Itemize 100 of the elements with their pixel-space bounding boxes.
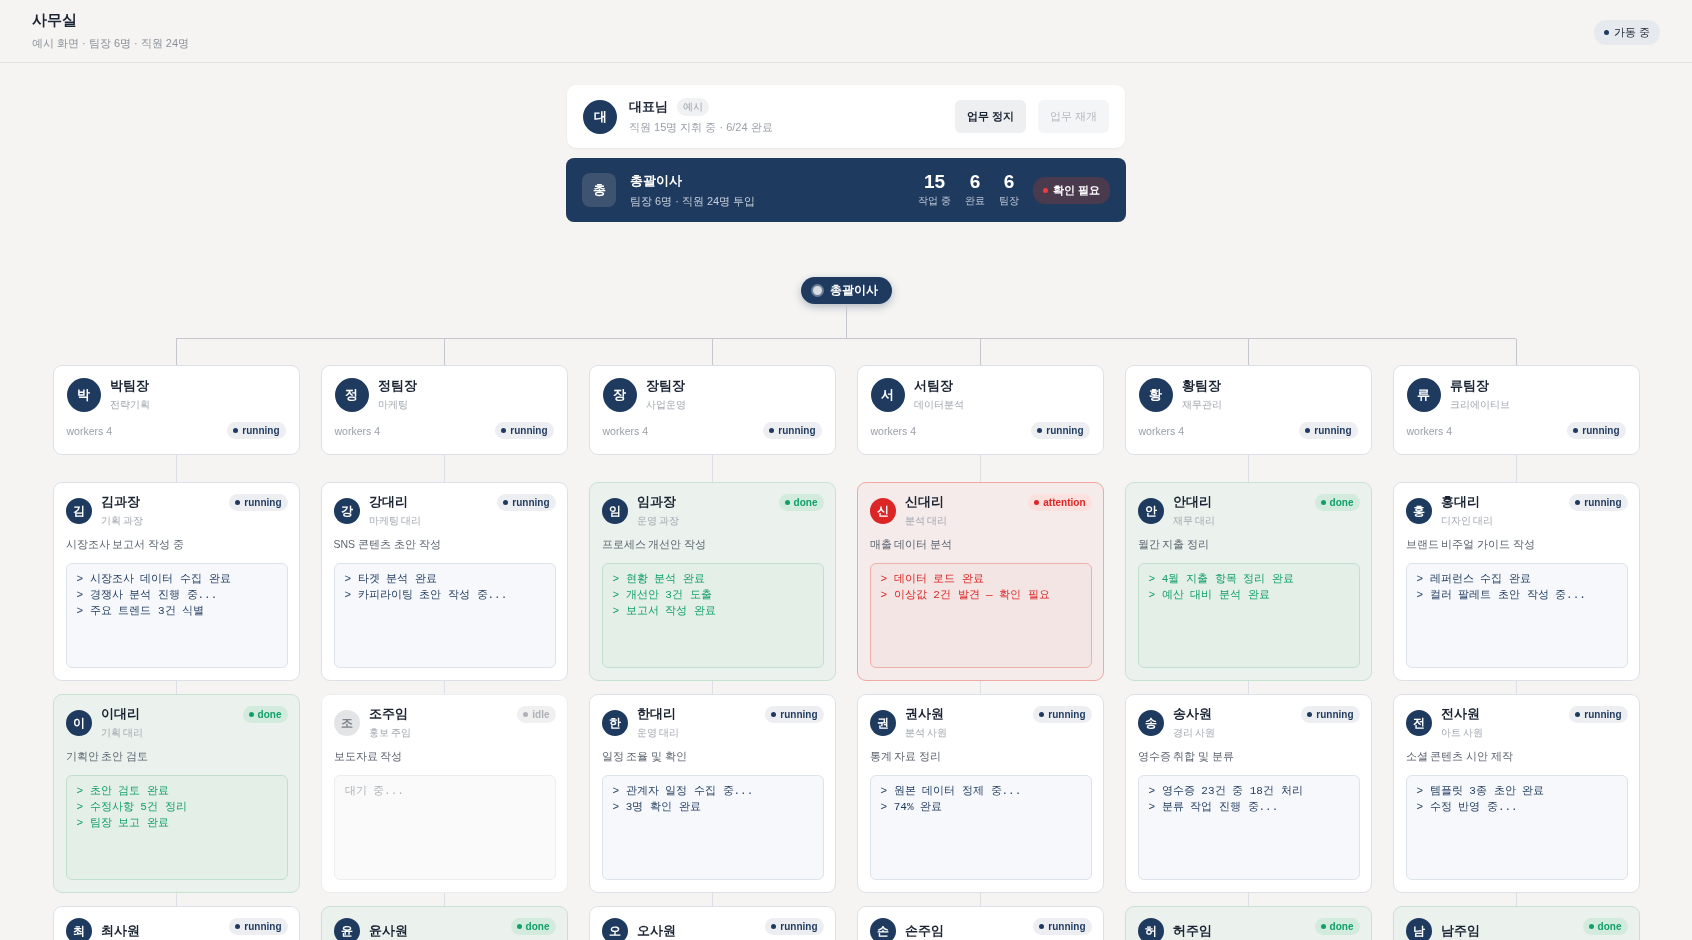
log-line: > 레퍼런스 수집 완료 bbox=[1416, 572, 1532, 587]
task-text: 기획안 초안 검토 bbox=[65, 750, 150, 764]
worker-count: workers 4 bbox=[1138, 424, 1184, 437]
avatar: 조 bbox=[333, 710, 360, 736]
status-badge: running bbox=[763, 422, 822, 439]
page-title: 사무실 bbox=[32, 11, 78, 30]
log-line: > 카피라이팅 초안 작성 중... bbox=[344, 588, 509, 603]
worker-role: 분석 대리 bbox=[904, 514, 948, 528]
team-leader-card[interactable]: 장 장팀장 사업운영 workers 4 running bbox=[588, 365, 836, 455]
log-line: > 시장조사 데이터 수집 완료 bbox=[76, 572, 232, 587]
avatar: 대 bbox=[583, 99, 617, 134]
worker-card[interactable]: 전 전사원 아트 사원 running 소셜 콘텐츠 시안 제작 > 템플릿 3종 초안 완료 > 수정 반영 중... bbox=[1392, 694, 1640, 893]
log-line: > 수정사항 5건 정리 bbox=[76, 800, 188, 815]
worker-card[interactable]: 오 오사원 running bbox=[588, 906, 836, 940]
worker-name: 안대리 bbox=[1172, 494, 1213, 511]
task-text: 매출 데이터 분석 bbox=[869, 538, 954, 552]
worker-card[interactable]: 조 조주임 홍보 주임 idle 보도자료 작성 대기 중... bbox=[320, 694, 568, 893]
worker-card[interactable]: 이 이대리 기획 대리 done 기획안 초안 검토 > 초안 검토 완료 > 수정사항 5건 정리 > 팀장 보고 완료 bbox=[52, 694, 300, 893]
avatar: 남 bbox=[1405, 918, 1432, 940]
log-line: > 템플릿 3종 초안 완료 bbox=[1416, 784, 1546, 799]
alert-badge: 확인 필요 bbox=[1032, 176, 1110, 204]
avatar: 신 bbox=[869, 498, 896, 524]
avatar: 박 bbox=[66, 378, 101, 412]
status-badge: running bbox=[1299, 422, 1358, 439]
status-badge: idle bbox=[517, 706, 556, 723]
worker-card[interactable]: 윤 윤사원 done bbox=[320, 906, 568, 940]
action-button[interactable]: 업무 정지 bbox=[954, 100, 1026, 133]
worker-card[interactable]: 남 남주임 done bbox=[1392, 906, 1640, 940]
team-leader-card[interactable]: 서 서팀장 데이터분석 workers 4 running bbox=[856, 365, 1104, 455]
department: 마케팅 bbox=[377, 398, 409, 412]
department: 사업운영 bbox=[645, 398, 686, 412]
worker-card[interactable]: 허 허주임 done bbox=[1124, 906, 1372, 940]
ceo-subtitle: 직원 15명 지휘 중 · 6/24 완료 bbox=[629, 120, 774, 135]
status-badge: 가동 중 bbox=[1593, 20, 1660, 45]
status-badge: done bbox=[778, 494, 824, 511]
worker-name: 이대리 bbox=[100, 706, 141, 723]
worker-card[interactable]: 안 안대리 재무 대리 done 월간 지출 정리 > 4월 지출 항목 정리 완료 > 예산 대비 분석 완료 bbox=[1124, 482, 1372, 681]
worker-name: 김과장 bbox=[100, 494, 141, 511]
avatar: 윤 bbox=[333, 918, 360, 940]
log-line: > 영수증 23건 중 18건 처리 bbox=[1148, 784, 1304, 799]
status-badge: running bbox=[229, 494, 288, 511]
leader-name: 류팀장 bbox=[1449, 378, 1490, 395]
log-line: > 예산 대비 분석 완료 bbox=[1148, 588, 1271, 603]
status-badge: attention bbox=[1028, 494, 1092, 511]
director-subtitle: 팀장 6명 · 직원 24명 투입 bbox=[630, 193, 757, 209]
avatar: 오 bbox=[601, 918, 628, 940]
worker-card[interactable]: 임 임과장 운영 과장 done 프로세스 개선안 작성 > 현황 분석 완료 > 개선안 3건 도출 > 보고서 작성 완료 bbox=[588, 482, 836, 681]
log-line: > 주요 트렌드 3건 식별 bbox=[76, 604, 206, 619]
root-node[interactable]: 총괄이사 bbox=[800, 277, 892, 304]
worker-name: 허주임 bbox=[1172, 922, 1212, 940]
stat-label: 작업 중 bbox=[918, 194, 951, 208]
avatar: 임 bbox=[601, 498, 628, 524]
log-line: > 4월 지출 항목 정리 완료 bbox=[1148, 572, 1295, 587]
task-text: 소셜 콘텐츠 시안 제작 bbox=[1405, 750, 1515, 764]
status-badge: running bbox=[495, 422, 554, 439]
worker-role: 홍보 주임 bbox=[368, 726, 412, 740]
worker-card[interactable]: 송 송사원 경리 사원 running 영수증 취합 및 분류 > 영수증 23건 중 18건 처리 > 분류 작업 진행 중... bbox=[1124, 694, 1372, 893]
worker-name: 남주임 bbox=[1440, 922, 1480, 940]
avatar: 장 bbox=[602, 378, 637, 412]
task-text: 일정 조율 및 확인 bbox=[601, 750, 689, 764]
worker-card[interactable]: 홍 홍대리 디자인 대리 running 브랜드 비주얼 가이드 작성 > 레퍼런스 수집 완료 > 컬러 팔레트 초안 작성 중... bbox=[1392, 482, 1640, 681]
leader-name: 황팀장 bbox=[1181, 378, 1222, 395]
avatar: 최 bbox=[65, 918, 92, 940]
worker-card[interactable]: 손 손주임 running bbox=[856, 906, 1104, 940]
team-leader-card[interactable]: 정 정팀장 마케팅 workers 4 running bbox=[320, 365, 568, 455]
status-badge: running bbox=[497, 494, 556, 511]
avatar: 전 bbox=[1405, 710, 1432, 736]
worker-card[interactable]: 김 김과장 기획 과장 running 시장조사 보고서 작성 중 > 시장조사 데이터 수집 완료 > 경쟁사 분석 진행 중... > 주요 트렌드 3건 식별 bbox=[52, 482, 300, 681]
status-badge: running bbox=[765, 706, 824, 723]
worker-card[interactable]: 신 신대리 분석 대리 attention 매출 데이터 분석 > 데이터 로드 완료 > 이상값 2건 발견 — 확인 필요 bbox=[856, 482, 1104, 681]
worker-count: workers 4 bbox=[1406, 424, 1452, 437]
worker-name: 홍대리 bbox=[1440, 494, 1481, 511]
worker-count: workers 4 bbox=[870, 424, 916, 437]
avatar: 강 bbox=[333, 498, 360, 524]
avatar: 황 bbox=[1138, 378, 1173, 412]
status-badge: running bbox=[1569, 494, 1628, 511]
worker-role: 아트 사원 bbox=[1440, 726, 1484, 740]
task-text: 시장조사 보고서 작성 중 bbox=[65, 538, 186, 552]
worker-card[interactable]: 최 최사원 running bbox=[52, 906, 300, 940]
worker-name: 윤사원 bbox=[368, 922, 408, 940]
worker-card[interactable]: 권 권사원 분석 사원 running 통계 자료 정리 > 원본 데이터 정제 중... > 74% 완료 bbox=[856, 694, 1104, 893]
task-text: 브랜드 비주얼 가이드 작성 bbox=[1405, 538, 1537, 552]
worker-card[interactable]: 강 강대리 마케팅 대리 running SNS 콘텐츠 초안 작성 > 타겟 분석 완료 > 카피라이팅 초안 작성 중... bbox=[320, 482, 568, 681]
log-line: > 보고서 작성 완료 bbox=[612, 604, 717, 619]
team-leader-card[interactable]: 류 류팀장 크리에이티브 workers 4 running bbox=[1392, 365, 1640, 455]
page-subtitle: 예시 화면 · 팀장 6명 · 직원 24명 bbox=[32, 36, 190, 51]
worker-name: 권사원 bbox=[904, 706, 945, 723]
worker-name: 오사원 bbox=[636, 922, 676, 940]
avatar: 총 bbox=[582, 173, 616, 207]
log-line: > 현황 분석 완료 bbox=[612, 572, 706, 587]
team-leader-card[interactable]: 황 황팀장 재무관리 workers 4 running bbox=[1124, 365, 1372, 455]
avatar: 김 bbox=[65, 498, 92, 524]
log-line: > 데이터 로드 완료 bbox=[880, 572, 985, 587]
department: 데이터분석 bbox=[913, 398, 964, 412]
status-badge: running bbox=[765, 918, 824, 935]
worker-card[interactable]: 한 한대리 운영 대리 running 일정 조율 및 확인 > 관계자 일정 수집 중... > 3명 확인 완료 bbox=[588, 694, 836, 893]
avatar: 송 bbox=[1137, 710, 1164, 736]
log-line: > 분류 작업 진행 중... bbox=[1148, 800, 1280, 815]
log-line: > 컬러 팔레트 초안 작성 중... bbox=[1416, 588, 1587, 603]
team-leader-card[interactable]: 박 박팀장 전략기획 workers 4 running bbox=[52, 365, 300, 455]
